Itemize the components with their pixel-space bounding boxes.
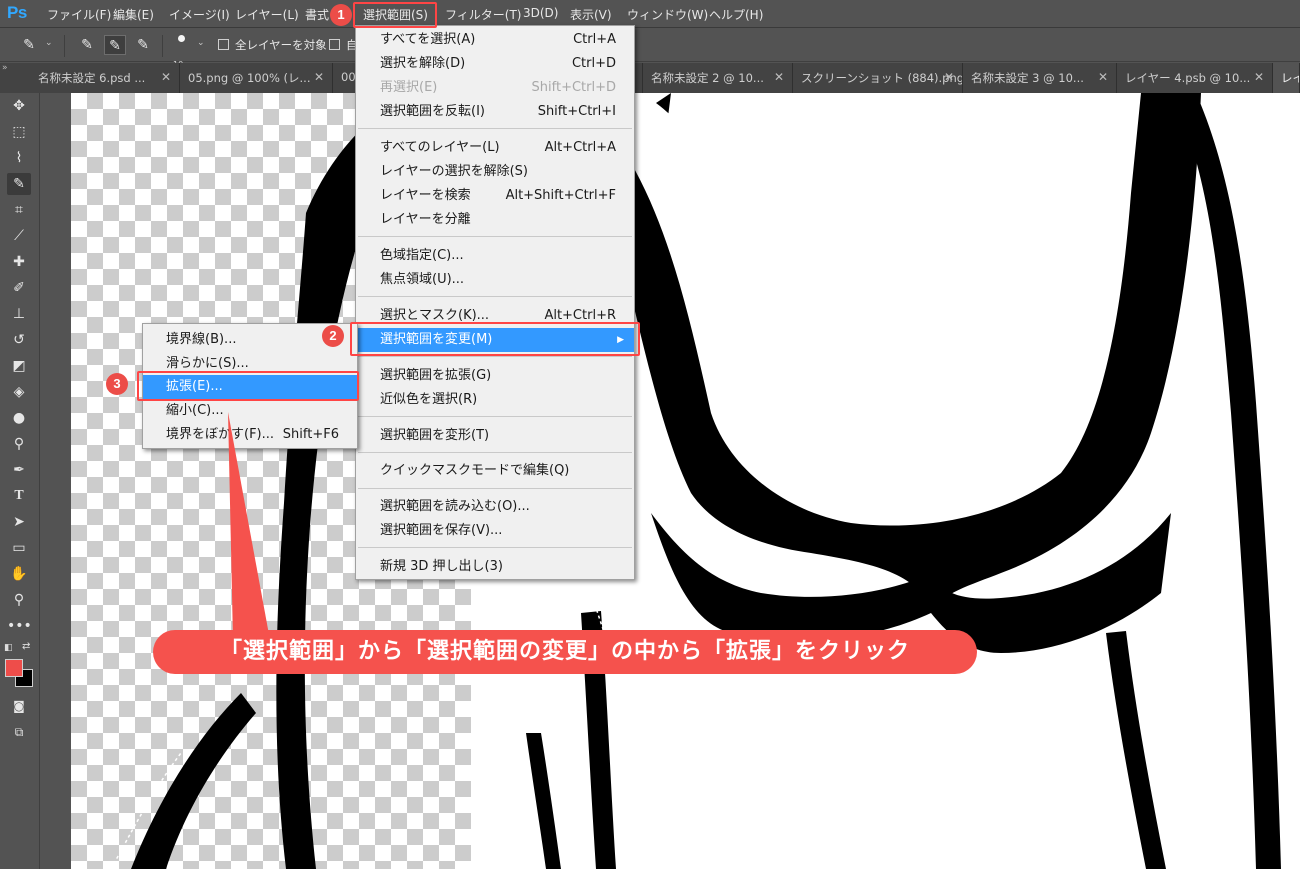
step-badge-1: 1 [330, 4, 352, 26]
highlight-box-select-menu [353, 2, 437, 28]
step-badge-3: 3 [106, 373, 128, 395]
instruction-callout: 「選択範囲」から「選択範囲の変更」の中から「拡張」をクリック [153, 630, 977, 674]
highlight-box-expand [137, 371, 359, 401]
highlight-box-modify [350, 322, 640, 356]
step-badge-2: 2 [322, 325, 344, 347]
callout-pointer [228, 412, 270, 640]
